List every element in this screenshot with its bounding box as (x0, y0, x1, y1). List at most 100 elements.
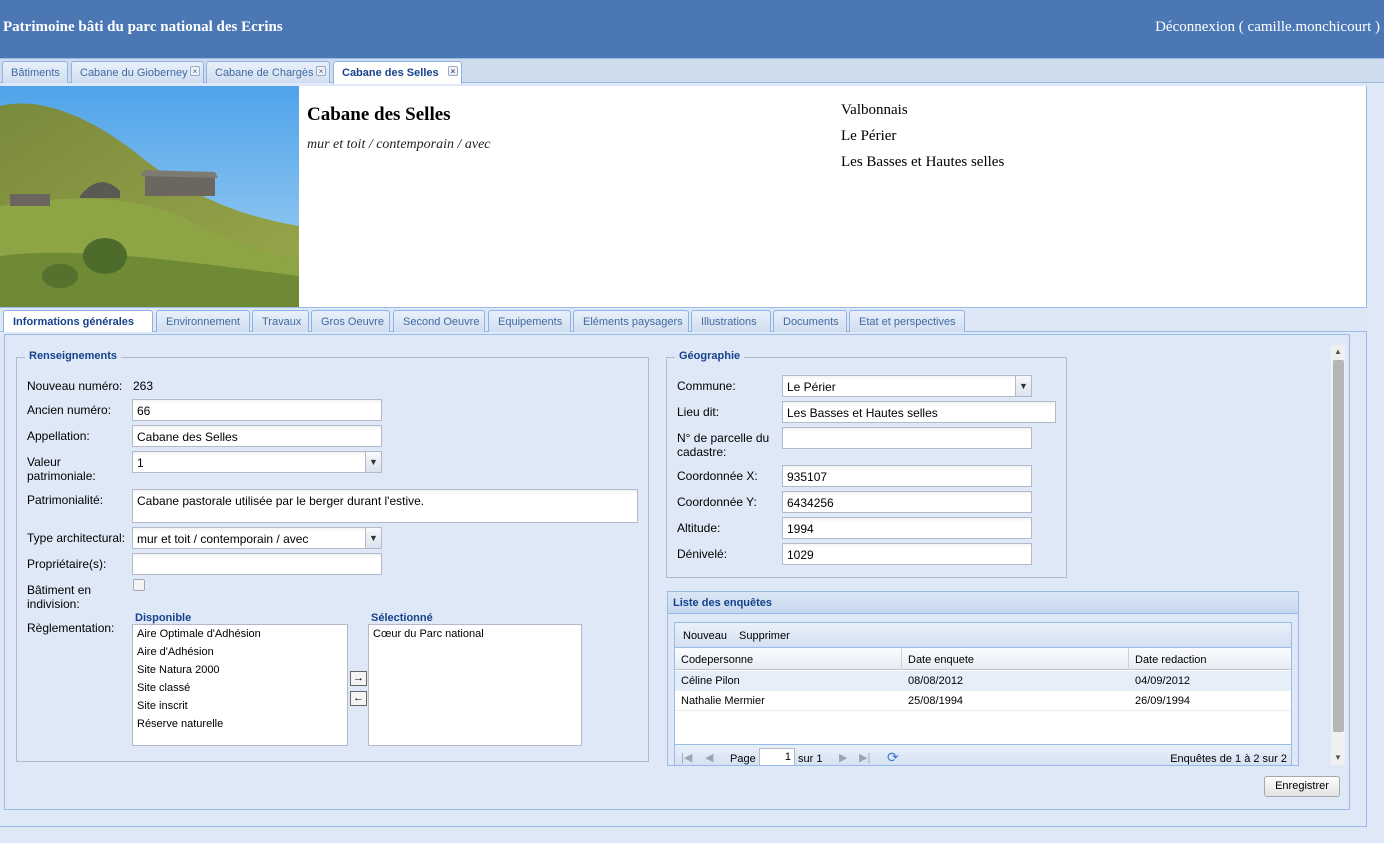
proprietaires-input[interactable] (132, 553, 382, 575)
geographie-legend: Géographie (675, 350, 745, 362)
close-icon[interactable]: × (190, 66, 200, 76)
selectionne-listbox[interactable]: Cœur du Parc national (368, 624, 582, 746)
tab-cabane-du-gioberney[interactable]: Cabane du Gioberney × (71, 61, 204, 83)
chevron-down-icon[interactable]: ▼ (365, 452, 381, 472)
coord-y-input[interactable]: 6434256 (782, 491, 1032, 513)
commune-value: Le Périer (787, 380, 836, 394)
lieu-dit-label: Lieu dit: (677, 405, 720, 419)
list-item[interactable]: Site inscrit (133, 697, 347, 715)
tab-etat-et-perspectives[interactable]: Etat et perspectives (849, 310, 965, 332)
indivision-label-line2: indivision: (27, 597, 80, 611)
logout-link[interactable]: Déconnexion ( camille.monchicourt ) (1155, 19, 1380, 36)
list-item[interactable]: Site classé (133, 679, 347, 697)
nouveau-numero-label: Nouveau numéro: (27, 379, 123, 393)
page-number-input[interactable]: 1 (759, 748, 795, 765)
tab-equipements[interactable]: Equipements (488, 310, 571, 332)
column-header-date-redaction[interactable]: Date redaction (1129, 648, 1291, 670)
app-header: Patrimoine bâti du parc national des Ecr… (0, 0, 1384, 58)
delete-button[interactable]: Supprimer (739, 630, 790, 642)
close-icon[interactable]: × (316, 66, 326, 76)
parcelle-label-line1: N° de parcelle du (677, 431, 770, 445)
chevron-down-icon[interactable]: ▼ (1015, 376, 1031, 396)
cell-date-enquete: 08/08/2012 (908, 675, 964, 687)
disponible-title: Disponible (135, 612, 192, 624)
table-row[interactable]: Nathalie Mermier 25/08/1994 26/09/1994 (675, 691, 1291, 711)
list-item[interactable]: Aire d'Adhésion (133, 643, 347, 661)
tab-environnement[interactable]: Environnement (156, 310, 250, 332)
vertical-scrollbar[interactable]: ▲ ▼ (1331, 345, 1345, 765)
refresh-icon[interactable]: ⟳ (887, 749, 899, 765)
tab-travaux[interactable]: Travaux (252, 310, 309, 332)
column-header-codepersonne[interactable]: Codepersonne (675, 648, 902, 670)
tab-second-oeuvre[interactable]: Second Oeuvre (393, 310, 485, 332)
scroll-up-icon[interactable]: ▲ (1334, 347, 1342, 356)
proprietaires-label: Propriétaire(s): (27, 557, 107, 571)
page-count-label: sur 1 (798, 753, 823, 765)
indivision-label: Bâtiment en indivision: (27, 583, 91, 611)
lieu-dit-input[interactable]: Les Basses et Hautes selles (782, 401, 1056, 423)
chevron-down-icon[interactable]: ▼ (365, 528, 381, 548)
parcelle-label: N° de parcelle du cadastre: (677, 431, 769, 459)
coord-x-input[interactable]: 935107 (782, 465, 1032, 487)
altitude-label: Altitude: (677, 521, 721, 535)
tab-elements-paysagers[interactable]: Eléments paysagers (573, 310, 689, 332)
arrow-left-icon[interactable]: ← (350, 691, 367, 706)
commune-combo[interactable]: Le Périer ▼ (782, 375, 1032, 397)
page-label: Page (730, 753, 756, 765)
nouveau-numero-value: 263 (133, 379, 154, 393)
tab-illustrations[interactable]: Illustrations (691, 310, 771, 332)
arrow-right-icon[interactable]: → (350, 671, 367, 686)
valeur-label-line2: patrimoniale: (27, 469, 96, 483)
detail-tab-bar: Informations générales Environnement Tra… (0, 307, 1367, 332)
valeur-label-line1: Valeur (27, 455, 61, 469)
scroll-down-icon[interactable]: ▼ (1334, 753, 1342, 762)
indivision-checkbox[interactable] (133, 579, 145, 591)
list-item[interactable]: Cœur du Parc national (369, 625, 581, 643)
close-icon[interactable]: × (448, 66, 458, 76)
parcelle-input[interactable] (782, 427, 1032, 449)
list-item[interactable]: Aire Optimale d'Adhésion (133, 625, 347, 643)
building-type: mur et toit / contemporain / avec (307, 137, 491, 152)
parcelle-label-line2: cadastre: (677, 445, 727, 459)
tab-cabane-des-selles[interactable]: Cabane des Selles × (333, 61, 462, 84)
ancien-numero-input[interactable]: 66 (132, 399, 382, 421)
prev-page-icon[interactable]: ◀ (705, 751, 713, 764)
valeur-combo[interactable]: 1 ▼ (132, 451, 382, 473)
denivele-input[interactable]: 1029 (782, 543, 1032, 565)
tab-informations-generales[interactable]: Informations générales (3, 310, 153, 332)
tab-batiments[interactable]: Bâtiments (2, 61, 68, 83)
renseignements-legend: Renseignements (25, 350, 122, 362)
coord-y-label: Coordonnée Y: (677, 495, 757, 509)
tab-cabane-de-charges[interactable]: Cabane de Chargès × (206, 61, 330, 83)
grid-header: Codepersonne Date enquete Date redaction (675, 648, 1291, 670)
table-row[interactable]: Céline Pilon 08/08/2012 04/09/2012 (675, 671, 1291, 691)
scrollbar-thumb[interactable] (1333, 360, 1344, 732)
grid-toolbar: Nouveau Supprimer (675, 623, 1291, 648)
patrimonialite-textarea[interactable]: Cabane pastorale utilisée par le berger … (132, 489, 638, 523)
enquetes-title: Liste des enquêtes (668, 592, 1298, 614)
top-tab-bar: Bâtiments Cabane du Gioberney × Cabane d… (0, 58, 1384, 84)
list-item[interactable]: Site Natura 2000 (133, 661, 347, 679)
first-page-icon[interactable]: |◀ (681, 751, 692, 764)
tab-documents[interactable]: Documents (773, 310, 847, 332)
save-button[interactable]: Enregistrer (1264, 776, 1340, 797)
new-button[interactable]: Nouveau (683, 630, 727, 642)
appellation-label: Appellation: (27, 429, 90, 443)
altitude-input[interactable]: 1994 (782, 517, 1032, 539)
cell-date-redaction: 26/09/1994 (1135, 695, 1191, 707)
disponible-listbox[interactable]: Aire Optimale d'Adhésion Aire d'Adhésion… (132, 624, 348, 746)
commune-label: Commune: (677, 379, 736, 393)
reglementation-label: Règlementation: (27, 621, 115, 635)
denivele-label: Dénivelé: (677, 547, 728, 561)
list-item[interactable]: Réserve naturelle (133, 715, 347, 733)
pager-summary: Enquêtes de 1 à 2 sur 2 (1170, 753, 1287, 765)
column-header-date-enquete[interactable]: Date enquete (902, 648, 1129, 670)
tab-label: Cabane du Gioberney (80, 67, 188, 79)
tab-gros-oeuvre[interactable]: Gros Oeuvre (311, 310, 390, 332)
last-page-icon[interactable]: ▶| (859, 751, 870, 764)
type-architectural-combo[interactable]: mur et toit / contemporain / avec ▼ (132, 527, 382, 549)
tab-content: Renseignements Nouveau numéro: 263 Ancie… (0, 332, 1367, 827)
next-page-icon[interactable]: ▶ (839, 751, 847, 764)
type-architectural-label: Type architectural: (27, 531, 126, 545)
appellation-input[interactable]: Cabane des Selles (132, 425, 382, 447)
